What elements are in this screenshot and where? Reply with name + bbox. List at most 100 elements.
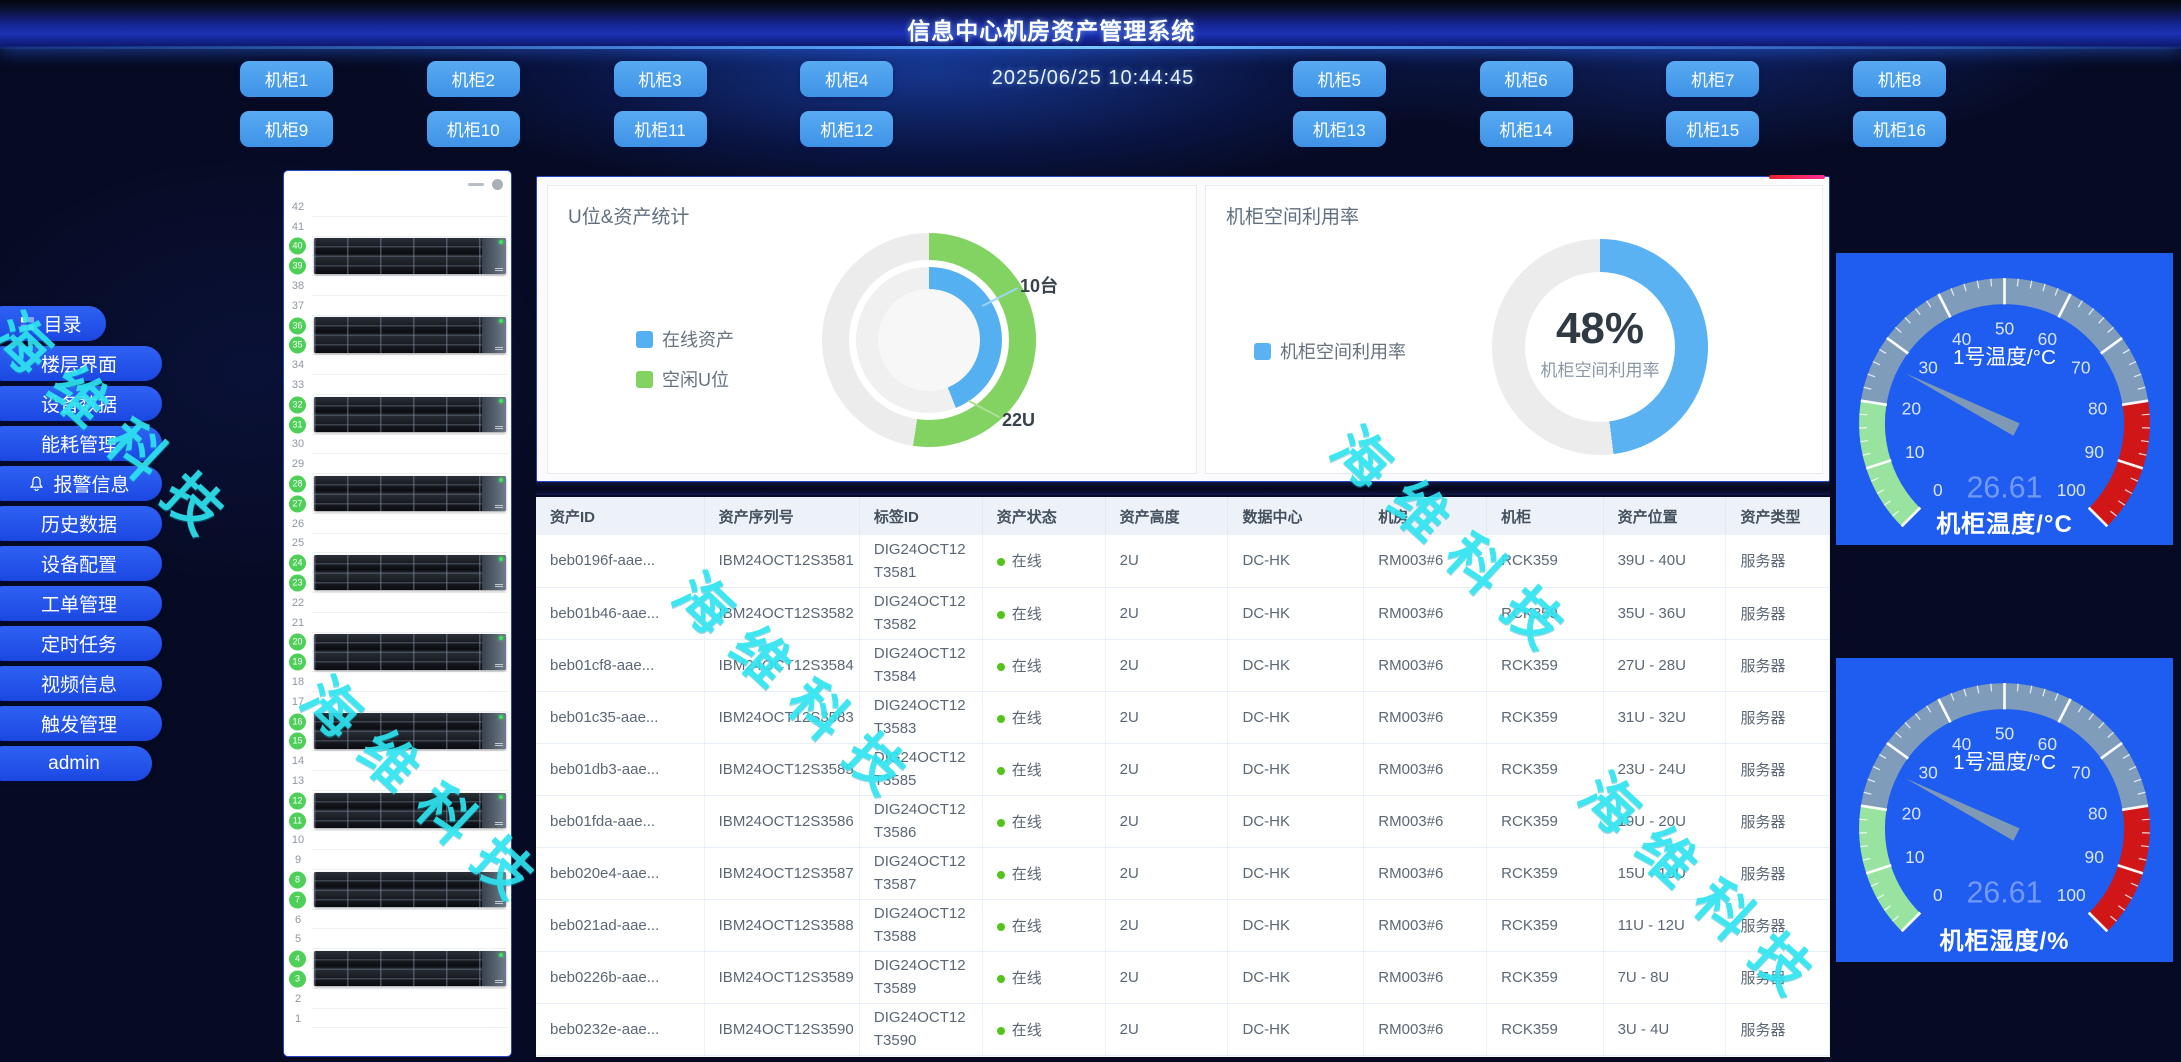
cell-数据中心: DC-HK [1228,587,1364,639]
server-drive-bays [314,872,482,908]
rack-unit-number: 25 [286,537,310,549]
online-status-dot [997,767,1005,775]
sidebar-item-admin[interactable]: admin [0,746,152,781]
cell-资产状态: 在线 [982,1003,1105,1055]
server-unit-image [314,713,506,749]
cell-资产状态: 在线 [982,899,1105,951]
legend-item-free-u[interactable]: 空闲U位 [636,366,734,392]
server-side-panel [482,238,506,274]
rack-unit-occupied-badge: 35 [289,337,306,354]
tag-id-line1: DIG24OCT12 [874,957,966,974]
rack-unit-occupied-badge: 39 [289,258,306,275]
rack-unit-gridline [312,692,507,712]
rack-unit-occupied-badge: 36 [289,317,306,334]
rack-unit-occupied-badge: 23 [289,575,306,592]
cabinet-button-机柜15[interactable]: 机柜15 [1666,111,1759,147]
tag-id-line2: T3590 [874,1032,917,1049]
rack-unit-occupied-badge: 12 [289,792,306,809]
sidebar-item-label: 目录 [43,310,81,337]
sidebar-item-5[interactable]: 历史数据 [0,506,162,541]
rack-unit-gridline [312,831,507,851]
rack-unit-gridline [312,276,507,296]
rack-unit-row: 5 [284,929,511,949]
rack-unit-gridline [312,672,507,692]
table-row: beb021ad-aae...IBM24OCT12S3588DIG24OCT12… [536,899,1830,951]
rack-unit-number: 5 [286,933,310,945]
cabinet-button-机柜3[interactable]: 机柜3 [614,61,707,97]
server-unit-image [314,872,506,908]
tag-id-line1: DIG24OCT12 [874,853,966,870]
sidebar-item-4[interactable]: 报警信息 [0,466,162,501]
sidebar-item-8[interactable]: 定时任务 [0,626,162,661]
cabinet-button-机柜10[interactable]: 机柜10 [427,111,520,147]
column-header-资产高度: 资产高度 [1105,497,1228,535]
rack-unit-gridline [312,771,507,791]
cabinet-button-机柜13[interactable]: 机柜13 [1293,111,1386,147]
legend-item-online-assets[interactable]: 在线资产 [636,326,734,352]
rack-unit-gridline [312,929,507,949]
legend-item-utilization[interactable]: 机柜空间利用率 [1254,338,1406,364]
cell-标签ID: DIG24OCT12T3589 [859,951,982,1003]
cabinet-button-机柜6[interactable]: 机柜6 [1480,61,1573,97]
cabinet-button-机柜1[interactable]: 机柜1 [240,61,333,97]
cabinet-button-机柜2[interactable]: 机柜2 [427,61,520,97]
svg-text:100: 100 [2057,885,2086,905]
cabinet-button-机柜14[interactable]: 机柜14 [1480,111,1573,147]
cell-资产位置: 11U - 12U [1603,899,1726,951]
table-row: beb01fda-aae...IBM24OCT12S3586DIG24OCT12… [536,795,1830,847]
cell-资产位置: 35U - 36U [1603,587,1726,639]
tag-id-line1: DIG24OCT12 [874,645,966,662]
cell-标签ID: DIG24OCT12T3587 [859,847,982,899]
table-body: beb0196f-aae...IBM24OCT12S3581DIG24OCT12… [536,535,1830,1055]
sidebar-item-2[interactable]: 设备数据 [0,386,162,421]
svg-text:26.61: 26.61 [1967,877,2043,910]
cell-资产类型: 服务器 [1726,795,1830,847]
sidebar-menu: 目录楼层界面设备数据能耗管理报警信息历史数据设备配置工单管理定时任务视频信息触发… [0,306,162,781]
sidebar-item-9[interactable]: 视频信息 [0,666,162,701]
gauge-title-humidity: 机柜湿度/% [1836,921,2173,956]
sidebar-item-1[interactable]: 楼层界面 [0,346,162,381]
rack-unit-occupied-badge: 19 [289,654,306,671]
cabinet-button-机柜16[interactable]: 机柜16 [1853,111,1946,147]
status-text: 在线 [1012,866,1042,883]
panel-options-icon[interactable] [492,179,503,190]
cell-资产位置: 19U - 20U [1603,795,1726,847]
sidebar-item-7[interactable]: 工单管理 [0,586,162,621]
rack-unit-occupied-badge: 16 [289,713,306,730]
tag-id-line2: T3584 [874,668,917,685]
sidebar-item-10[interactable]: 触发管理 [0,706,162,741]
cabinet-button-机柜12[interactable]: 机柜12 [800,111,893,147]
sidebar-item-6[interactable]: 设备配置 [0,546,162,581]
cabinet-button-机柜5[interactable]: 机柜5 [1293,61,1386,97]
svg-text:1号温度/°C: 1号温度/°C [1953,346,2056,369]
minimize-icon[interactable] [468,183,484,186]
sidebar-item-label: admin [48,753,100,775]
cell-资产序列号: IBM24OCT12S3590 [704,1003,859,1055]
cell-资产位置: 3U - 4U [1603,1003,1726,1055]
asset-table: 资产ID资产序列号标签ID资产状态资产高度数据中心机房机柜资产位置资产类型 be… [536,497,1830,1056]
svg-text:90: 90 [2085,847,2104,867]
rack-unit-number: 41 [286,221,310,233]
cabinet-button-机柜9[interactable]: 机柜9 [240,111,333,147]
cell-机房: RM003#6 [1364,847,1487,899]
sidebar-item-3[interactable]: 能耗管理 [0,426,162,461]
server-status-led [499,874,503,878]
cell-数据中心: DC-HK [1228,743,1364,795]
sidebar-item-0[interactable]: 目录 [0,306,106,341]
cabinet-button-机柜7[interactable]: 机柜7 [1666,61,1759,97]
cell-资产序列号: IBM24OCT12S3588 [704,899,859,951]
sidebar-item-label: 能耗管理 [41,430,117,457]
server-vent [495,664,503,668]
sidebar-item-label: 工单管理 [41,590,117,617]
cabinet-button-机柜8[interactable]: 机柜8 [1853,61,1946,97]
menu-grid-icon [20,316,35,331]
space-utilization-card: 机柜空间利用率 机柜空间利用率 48% 机柜空间利用率 [1205,185,1823,474]
server-side-panel [482,397,506,433]
rack-unit-row: 13 [284,771,511,791]
cabinet-button-机柜4[interactable]: 机柜4 [800,61,893,97]
table-row: beb01c35-aae...IBM24OCT12S3583DIG24OCT12… [536,691,1830,743]
cabinet-button-机柜11[interactable]: 机柜11 [614,111,707,147]
cell-资产高度: 2U [1105,847,1228,899]
cell-机房: RM003#6 [1364,535,1487,587]
cell-资产类型: 服务器 [1726,639,1830,691]
